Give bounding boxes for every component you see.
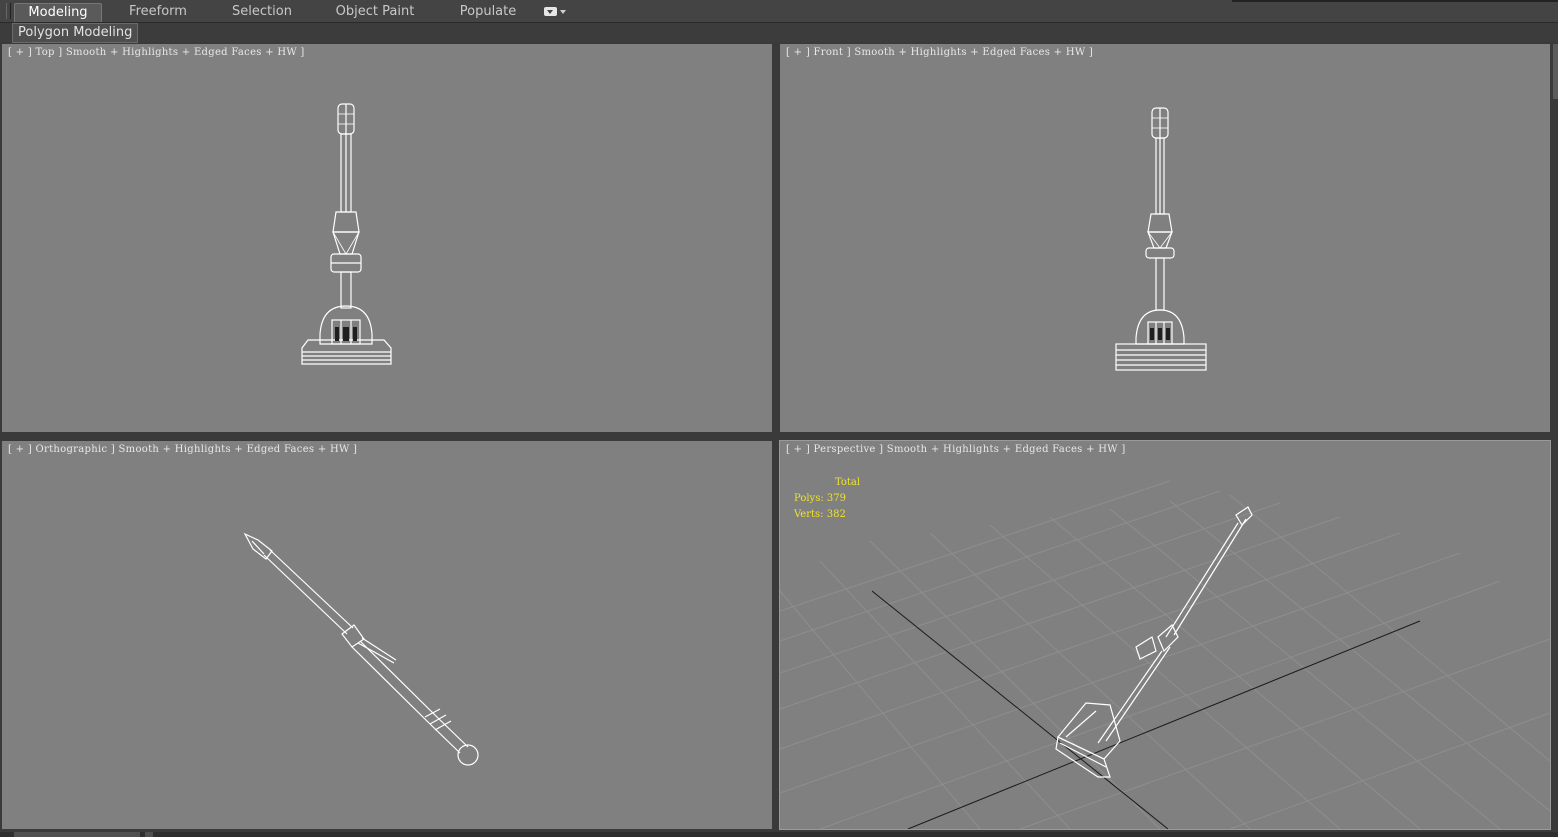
stats-verts-label: Verts: (794, 509, 824, 520)
chevron-down-icon (560, 10, 566, 14)
ribbon-options-icon[interactable] (544, 6, 566, 18)
tab-selection[interactable]: Selection (222, 3, 302, 21)
stats-polys-label: Polys: (794, 493, 824, 504)
ribbon-tab-bar: Modeling Freeform Selection Object Paint… (0, 0, 1558, 23)
tab-modeling[interactable]: Modeling (14, 3, 102, 22)
ribbon-options-box (544, 7, 557, 16)
ribbon-edge (1232, 0, 1558, 2)
stats-polys-value: 379 (826, 493, 846, 504)
tab-freeform[interactable]: Freeform (118, 3, 198, 21)
tab-populate[interactable]: Populate (450, 3, 526, 21)
viewport-label-orthographic[interactable]: [ + ] Orthographic ] Smooth + Highlights… (8, 444, 357, 455)
ribbon-grip[interactable] (6, 3, 11, 19)
bottom-bar-segment[interactable] (145, 832, 153, 837)
viewport-perspective[interactable]: [ + ] Perspective ] Smooth + Highlights … (779, 440, 1551, 830)
bottom-bar-segment[interactable] (14, 832, 140, 837)
tab-object-paint[interactable]: Object Paint (330, 3, 420, 21)
perspective-grid (780, 480, 1550, 829)
viewport-scroll-handle[interactable] (1553, 44, 1558, 99)
viewport-label-top[interactable]: [ + ] Top ] Smooth + Highlights + Edged … (8, 47, 305, 58)
front-view-model (1115, 107, 1207, 371)
viewport-front[interactable]: [ + ] Front ] Smooth + Highlights + Edge… (780, 44, 1550, 432)
ortho-view-model (243, 532, 479, 766)
stats-verts-value: 382 (826, 509, 846, 520)
viewport-top[interactable]: [ + ] Top ] Smooth + Highlights + Edged … (2, 44, 772, 432)
bottom-bar (0, 832, 1558, 837)
viewport-label-front[interactable]: [ + ] Front ] Smooth + Highlights + Edge… (786, 47, 1093, 58)
stats-total-header: Total (835, 477, 861, 488)
statistics-overlay: Total Polys: 379 Verts: 382 (794, 475, 860, 523)
top-view-model (301, 103, 392, 365)
viewport-label-perspective[interactable]: [ + ] Perspective ] Smooth + Highlights … (786, 444, 1126, 455)
polygon-modeling-panel[interactable]: Polygon Modeling (12, 23, 139, 43)
ribbon-panel-bar: Polygon Modeling (0, 23, 1558, 43)
viewport-orthographic[interactable]: [ + ] Orthographic ] Smooth + Highlights… (2, 441, 772, 829)
